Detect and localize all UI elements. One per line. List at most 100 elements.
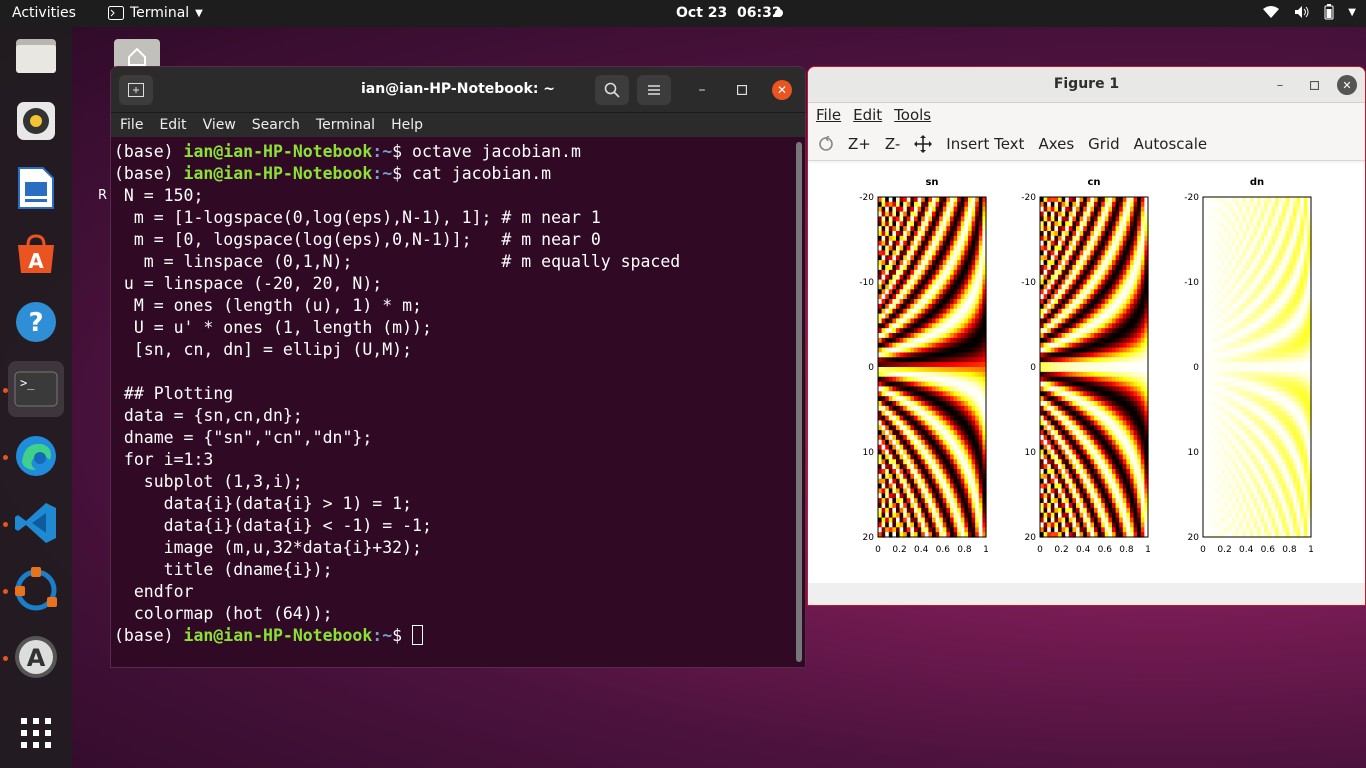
close-button[interactable]: ✕: [772, 80, 792, 100]
heatmap-cell: [971, 386, 976, 392]
heatmap-cell: [953, 197, 958, 203]
app-menu[interactable]: Terminal ▼: [108, 5, 203, 21]
terminal-window[interactable]: ian@ian-HP-Notebook: ~ – ✕ File Edit Vie…: [110, 66, 806, 668]
heatmap-cell: [1228, 469, 1233, 475]
vscode-icon[interactable]: [8, 495, 64, 551]
heatmap-cell: [1228, 478, 1233, 485]
heatmap-cell: [1119, 512, 1124, 519]
zoom-in-button[interactable]: Z+: [848, 135, 871, 153]
heatmap-cell: [1122, 255, 1127, 261]
heatmap-cell: [1061, 357, 1066, 363]
heatmap-cell: [1076, 367, 1081, 373]
heatmap-cell: [1097, 250, 1102, 256]
heatmap-cell: [878, 444, 883, 451]
menu-edit[interactable]: Edit: [853, 106, 882, 124]
terminal-output[interactable]: (base) ian@ian-HP-Notebook:~$ octave jac…: [111, 138, 797, 667]
menu-file[interactable]: File: [816, 106, 841, 124]
heatmap-cell: [924, 367, 929, 373]
scrollbar[interactable]: [796, 142, 802, 662]
heatmap-cell: [1068, 201, 1073, 208]
heatmap-cell: [960, 337, 965, 344]
maximize-button[interactable]: [1304, 75, 1324, 95]
octave-icon[interactable]: [8, 562, 64, 618]
edge-browser-icon[interactable]: [8, 428, 64, 484]
insert-text-button[interactable]: Insert Text: [946, 135, 1024, 153]
heatmap-cell: [1086, 439, 1091, 446]
zoom-out-button[interactable]: Z-: [885, 135, 900, 153]
rhythmbox-icon[interactable]: [8, 93, 64, 149]
hamburger-menu-button[interactable]: [637, 75, 671, 105]
terminal-titlebar[interactable]: ian@ian-HP-Notebook: ~ – ✕: [111, 67, 805, 113]
heatmap-cell: [899, 517, 904, 524]
libreoffice-impress-icon[interactable]: [8, 160, 64, 216]
heatmap-cell: [914, 265, 919, 271]
heatmap-cell: [1133, 333, 1138, 339]
heatmap-cell: [896, 473, 901, 480]
heatmap-cell: [1043, 201, 1048, 208]
close-button[interactable]: ✕: [1337, 75, 1357, 95]
rotate-icon[interactable]: [818, 135, 834, 152]
heatmap-cell: [942, 396, 947, 402]
menu-tools[interactable]: Tools: [894, 106, 931, 124]
autoscale-button[interactable]: Autoscale: [1134, 135, 1207, 153]
terminal-icon[interactable]: >_: [8, 361, 64, 417]
menu-search[interactable]: Search: [252, 117, 300, 133]
heatmap-cell: [1040, 498, 1045, 504]
ubuntu-software-icon[interactable]: A: [8, 227, 64, 283]
search-button[interactable]: [595, 75, 629, 105]
heatmap-cell: [1115, 269, 1120, 276]
heatmap-cell: [1072, 371, 1077, 378]
heatmap-cell: [1108, 512, 1113, 519]
show-applications-icon[interactable]: [8, 705, 64, 761]
heatmap-cell: [917, 469, 922, 475]
menu-view[interactable]: View: [203, 117, 236, 133]
heatmap-cell: [896, 274, 901, 281]
minimize-button[interactable]: –: [691, 79, 713, 101]
minimize-button[interactable]: –: [1270, 75, 1290, 95]
activities-button[interactable]: Activities: [12, 5, 76, 21]
heatmap-cell: [892, 337, 897, 344]
menu-file[interactable]: File: [120, 117, 143, 133]
heatmap-cell: [928, 498, 933, 504]
system-tray[interactable]: ▼: [1262, 4, 1356, 20]
heatmap-cell: [1097, 235, 1102, 242]
heatmap-cell: [1203, 269, 1208, 276]
home-folder-icon[interactable]: [113, 35, 161, 69]
updater-icon[interactable]: A: [8, 629, 64, 685]
heatmap-cell: [935, 371, 940, 378]
help-icon[interactable]: ?: [8, 294, 64, 350]
heatmap-cell: [957, 235, 962, 242]
heatmap-cell: [1072, 279, 1077, 286]
heatmap-cell: [1050, 352, 1055, 358]
heatmap-cell: [1104, 488, 1109, 494]
heatmap-cell: [1054, 313, 1059, 320]
heatmap-cell: [1203, 211, 1208, 218]
heatmap-cell: [906, 410, 911, 417]
figure-titlebar[interactable]: Figure 1 – ✕: [808, 67, 1365, 103]
heatmap-cell: [903, 488, 908, 494]
figure-window[interactable]: Figure 1 – ✕ File Edit Tools Z+ Z- Inser…: [807, 66, 1366, 606]
files-icon[interactable]: [8, 27, 64, 83]
menu-help[interactable]: Help: [391, 117, 423, 133]
pan-icon[interactable]: [914, 134, 933, 153]
grid-button[interactable]: Grid: [1088, 135, 1119, 153]
heatmap-cell: [1206, 318, 1211, 324]
heatmap-cell: [953, 527, 958, 533]
menu-terminal[interactable]: Terminal: [316, 117, 375, 133]
heatmap-cell: [924, 337, 929, 344]
heatmap-cell: [975, 444, 980, 451]
heatmap-cell: [1040, 459, 1045, 465]
heatmap-cell: [928, 401, 933, 407]
heatmap-cell: [1104, 512, 1109, 519]
heatmap-cell: [1221, 396, 1226, 402]
heatmap-cell: [978, 328, 983, 334]
menu-edit[interactable]: Edit: [159, 117, 186, 133]
heatmap-cell: [953, 357, 958, 363]
axes-button[interactable]: Axes: [1038, 135, 1074, 153]
plot-canvas[interactable]: sn -20 -10 0 10 20 0 0.2 0.4 0.6 0.8 1 cn -20 -10 0 10 20…: [808, 163, 1365, 583]
clock[interactable]: Oct 23 06:32: [676, 5, 782, 21]
heatmap-cell: [1133, 231, 1138, 237]
heatmap-cell: [1221, 333, 1226, 339]
heatmap-cell: [1101, 221, 1106, 227]
maximize-button[interactable]: [731, 79, 753, 101]
